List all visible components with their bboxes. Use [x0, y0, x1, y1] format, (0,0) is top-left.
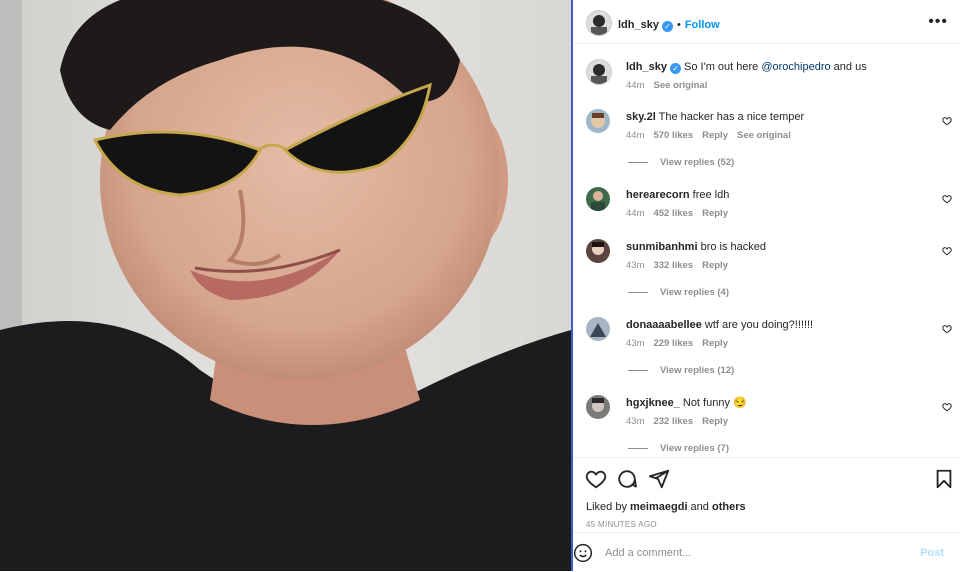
comments-list[interactable]: ldh_sky ✓ So I'm out here @orochipedro an… [573, 44, 960, 457]
liked-by-user-link[interactable]: meimaegdi [630, 501, 687, 513]
add-comment-input[interactable]: Add a comment... [605, 547, 691, 559]
comment-avatar[interactable] [586, 187, 610, 211]
view-replies-button[interactable]: View replies (4) [628, 287, 729, 298]
comment-body: free ldh [692, 189, 730, 201]
view-replies-label: View replies (12) [660, 365, 735, 376]
comment-item: hgxjknee_ Not funny 😏 43m 232 likes Reply … [573, 380, 960, 457]
comment-text: donaaaabellee wtf are you doing?!!!!!! [626, 318, 813, 332]
reply-button[interactable]: Reply [702, 208, 728, 219]
caption-mention-link[interactable]: @orochipedro [761, 61, 830, 73]
caption-body: So I'm out here [684, 61, 762, 73]
comment-time: 44m [626, 208, 645, 219]
caption-username[interactable]: ldh_sky [626, 61, 667, 73]
comment-meta: 44m 452 likes Reply [626, 208, 737, 219]
comment-meta: 43m 229 likes Reply [626, 338, 737, 349]
view-replies-button[interactable]: View replies (7) [628, 443, 729, 454]
comment-avatar[interactable] [586, 317, 610, 341]
caption-avatar[interactable] [586, 59, 612, 85]
comment-text: sky.2l The hacker has a nice temper [626, 110, 804, 124]
comment-body: bro is hacked [700, 241, 767, 253]
liked-by-others-link[interactable]: others [712, 501, 746, 513]
comment-text: sunmibanhmi bro is hacked [626, 240, 766, 254]
comment-text: herearecorn free ldh [626, 188, 729, 202]
caption-time: 44m [626, 80, 645, 91]
author-username[interactable]: ldh_sky [618, 19, 659, 31]
post-side-panel: ldh_sky ✓ • Follow ••• ldh_sky ✓ So I'm out … [573, 0, 960, 571]
post-timestamp[interactable]: 45 MINUTES AGO [586, 520, 657, 529]
see-original-link[interactable]: See original [653, 80, 707, 91]
comment-item: sunmibanhmi bro is hacked 43m 332 likes Re… [573, 224, 960, 302]
comment-like-heart-icon[interactable] [942, 324, 952, 334]
caption-meta: 44m See original [626, 80, 716, 91]
reply-button[interactable]: Reply [702, 416, 728, 427]
comment-item: herearecorn free ldh 44m 452 likes Reply [573, 172, 960, 224]
caption-row: ldh_sky ✓ So I'm out here @orochipedro an… [573, 44, 960, 94]
view-replies-label: View replies (7) [660, 443, 729, 454]
follow-button[interactable]: Follow [685, 19, 720, 31]
verified-badge-icon: ✓ [669, 63, 681, 74]
reply-button[interactable]: Reply [702, 338, 728, 349]
post-photo-illustration [0, 0, 571, 571]
comment-text: hgxjknee_ Not funny 😏 [626, 396, 747, 410]
comment-icon[interactable] [616, 468, 638, 490]
comment-avatar[interactable] [586, 109, 610, 133]
comment-likes[interactable]: 229 likes [653, 338, 693, 349]
comment-like-heart-icon[interactable] [942, 246, 952, 256]
liked-by-text: Liked by meimaegdi and others [586, 501, 746, 513]
verified-badge-icon: ✓ [661, 21, 673, 32]
post-actions: Liked by meimaegdi and others 45 MINUTES… [573, 457, 960, 532]
comment-avatar[interactable] [586, 395, 610, 419]
comment-body: Not funny 😏 [682, 397, 747, 409]
reply-button[interactable]: Reply [702, 260, 728, 271]
post-image[interactable] [0, 0, 571, 571]
post-comment-button[interactable]: Post [920, 547, 944, 559]
comment-meta: 43m 332 likes Reply [626, 260, 737, 271]
comment-likes[interactable]: 452 likes [653, 208, 693, 219]
see-original-link[interactable]: See original [737, 130, 791, 141]
liked-by-and: and [687, 501, 712, 513]
comment-time: 43m [626, 416, 645, 427]
add-comment-bar: Add a comment... Post [573, 532, 960, 572]
view-replies-label: View replies (52) [660, 157, 735, 168]
comment-like-heart-icon[interactable] [942, 402, 952, 412]
comment-time: 43m [626, 338, 645, 349]
post-header: ldh_sky ✓ • Follow ••• [573, 0, 960, 44]
comment-username[interactable]: sky.2l [626, 111, 656, 123]
heart-icon[interactable] [585, 468, 607, 490]
comment-item: sky.2l The hacker has a nice temper 44m 5… [573, 94, 960, 172]
comment-time: 43m [626, 260, 645, 271]
emoji-icon[interactable] [573, 543, 593, 563]
comment-like-heart-icon[interactable] [942, 116, 952, 126]
comment-like-heart-icon[interactable] [942, 194, 952, 204]
comment-body: The hacker has a nice temper [658, 111, 805, 123]
caption-text: ldh_sky ✓ So I'm out here @orochipedro an… [626, 60, 867, 74]
author-avatar[interactable] [586, 10, 612, 36]
comment-meta: 44m 570 likes Reply See original [626, 130, 800, 141]
comment-time: 44m [626, 130, 645, 141]
liked-by-prefix: Liked by [586, 501, 631, 513]
comment-avatar[interactable] [586, 239, 610, 263]
view-replies-label: View replies (4) [660, 287, 729, 298]
caption-body-end: and us [830, 61, 867, 73]
comment-username[interactable]: herearecorn [626, 189, 690, 201]
bookmark-icon[interactable] [933, 468, 955, 490]
comment-username[interactable]: donaaaabellee [626, 319, 702, 331]
view-replies-button[interactable]: View replies (52) [628, 157, 734, 168]
comment-username[interactable]: hgxjknee_ [626, 397, 680, 409]
comment-likes[interactable]: 332 likes [653, 260, 693, 271]
comment-username[interactable]: sunmibanhmi [626, 241, 698, 253]
view-replies-button[interactable]: View replies (12) [628, 365, 734, 376]
comment-body: wtf are you doing?!!!!!! [704, 319, 814, 331]
comment-item: donaaaabellee wtf are you doing?!!!!!! 4… [573, 302, 960, 380]
more-options-icon[interactable]: ••• [928, 13, 948, 31]
comment-meta: 43m 232 likes Reply [626, 416, 737, 427]
reply-button[interactable]: Reply [702, 130, 728, 141]
separator-dot: • [676, 19, 681, 31]
share-icon[interactable] [648, 468, 670, 490]
comment-likes[interactable]: 570 likes [653, 130, 693, 141]
comment-likes[interactable]: 232 likes [653, 416, 693, 427]
